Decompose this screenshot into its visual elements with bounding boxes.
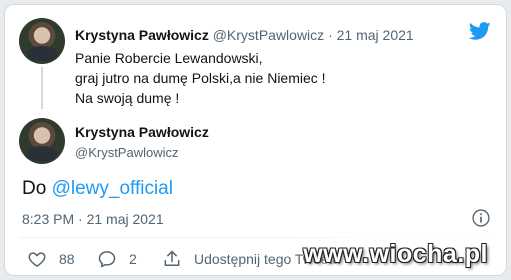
embedded-tweet-card: Krystyna Pawłowicz @KrystPawlowicz · 21 …: [4, 4, 507, 276]
quoted-author-handle[interactable]: @KrystPawlowicz: [213, 27, 324, 43]
quoted-tweet-text: Panie Robercie Lewandowski, graj jutro n…: [75, 48, 435, 108]
like-button[interactable]: 88: [27, 249, 75, 269]
quoted-tweet-date[interactable]: 21 maj 2021: [337, 27, 414, 43]
heart-icon: [28, 252, 46, 267]
twitter-bird-icon[interactable]: [467, 20, 493, 42]
reply-author-handle[interactable]: @KrystPawlowicz: [75, 145, 179, 160]
reply-tweet-text: Do @lewy_official: [22, 178, 173, 200]
thread-connector-line: [41, 67, 43, 109]
share-icon: [164, 250, 180, 266]
mention-link[interactable]: @lewy_official: [52, 178, 173, 199]
header-separator: ·: [328, 27, 333, 43]
info-icon[interactable]: [471, 208, 491, 228]
reply-button[interactable]: 2: [97, 249, 137, 269]
reply-author-avatar[interactable]: [19, 118, 65, 164]
like-count: 88: [59, 251, 75, 267]
quoted-author-name[interactable]: Krystyna Pawłowicz: [75, 27, 209, 43]
quoted-tweet-line: graj jutro na dumę Polski,a nie Niemiec …: [75, 70, 326, 86]
site-watermark: www.wiocha.pl: [303, 240, 488, 268]
quoted-tweet-line: Panie Robercie Lewandowski,: [75, 50, 263, 66]
reply-text-prefix: Do: [22, 178, 47, 199]
reply-author-name[interactable]: Krystyna Pawłowicz: [75, 124, 209, 140]
quoted-tweet-header: Krystyna Pawłowicz @KrystPawlowicz · 21 …: [75, 27, 414, 43]
quoted-tweet-line: Na swoją dumę !: [75, 90, 180, 106]
quoted-author-avatar[interactable]: [19, 18, 65, 64]
reply-bubble-icon: [98, 251, 116, 268]
tweet-timestamp[interactable]: 8:23 PM · 21 maj 2021: [22, 211, 164, 227]
reply-count: 2: [129, 251, 137, 267]
